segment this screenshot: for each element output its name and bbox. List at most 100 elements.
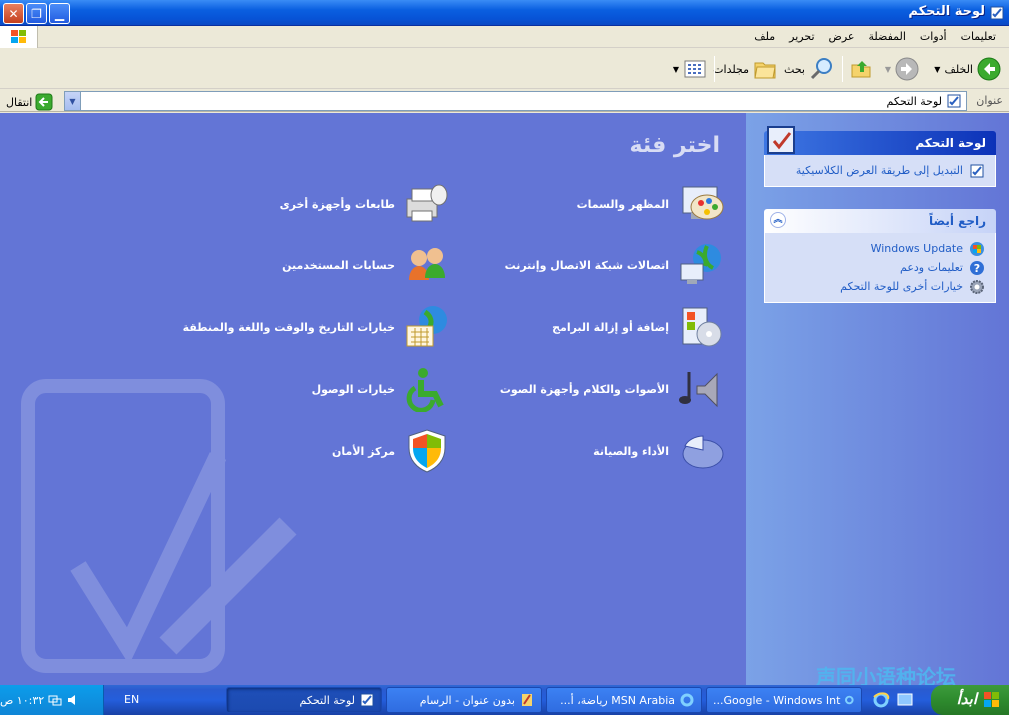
views-icon bbox=[684, 60, 706, 78]
svg-text:?: ? bbox=[974, 262, 980, 275]
title-bar[interactable]: لوحة التحكم ✕ ❐ ▁ bbox=[0, 0, 1009, 26]
restore-icon: ❐ bbox=[31, 6, 42, 21]
windows-logo bbox=[0, 26, 38, 48]
control-panel-box: لوحة التحكم التبديل إلى طريقة العرض الكل… bbox=[764, 126, 996, 187]
task-control-panel[interactable]: لوحة التحكم bbox=[226, 687, 382, 713]
window-title: لوحة التحكم bbox=[908, 4, 985, 19]
start-button[interactable]: ابدأ bbox=[931, 685, 1009, 715]
see-also-title[interactable]: راجع أيضاً ︽ bbox=[764, 209, 996, 233]
back-button[interactable]: الخلف ▼ bbox=[934, 53, 1001, 85]
restore-button[interactable]: ❐ bbox=[26, 3, 47, 24]
add-remove-programs-icon bbox=[682, 307, 722, 347]
up-button[interactable] bbox=[849, 53, 873, 85]
performance-pie-icon bbox=[682, 435, 724, 469]
menu-favorites[interactable]: المفضلة bbox=[861, 29, 912, 44]
close-button[interactable]: ✕ bbox=[3, 3, 24, 24]
gear-icon bbox=[970, 279, 984, 294]
back-dropdown-icon[interactable]: ▼ bbox=[934, 65, 940, 74]
help-icon: ? bbox=[970, 260, 984, 275]
category-date-time-language[interactable]: خيارات التاريخ والوقت واللغة والمنطقة bbox=[183, 304, 451, 350]
forward-button[interactable]: ▼ bbox=[885, 53, 919, 85]
address-label: عنوان bbox=[976, 94, 1003, 107]
control-panel-icon bbox=[360, 693, 374, 707]
back-arrow-icon bbox=[977, 57, 1001, 81]
security-shield-icon bbox=[408, 429, 446, 473]
volume-icon[interactable] bbox=[66, 693, 80, 707]
help-support-link[interactable]: ? تعليمات ودعم bbox=[775, 258, 985, 277]
address-dropdown-icon[interactable]: ▼ bbox=[65, 92, 81, 110]
windows-flag-icon bbox=[984, 692, 999, 707]
collapse-chevron-icon[interactable]: ︽ bbox=[770, 212, 786, 228]
ie-icon bbox=[845, 695, 855, 705]
category-sounds-speech-audio[interactable]: الأصوات والكلام وأجهزة الصوت bbox=[500, 366, 725, 412]
forward-arrow-icon bbox=[895, 57, 919, 81]
standard-toolbar: الخلف ▼ ▼ بحث مجلدات ▼ bbox=[0, 49, 1009, 89]
views-dropdown-icon[interactable]: ▼ bbox=[673, 65, 679, 74]
date-time-globe-icon bbox=[406, 306, 447, 347]
panel-title: لوحة التحكم bbox=[764, 131, 996, 155]
minimize-icon: ▁ bbox=[54, 6, 65, 21]
task-ie-google[interactable]: Google - Windows Int... bbox=[706, 687, 862, 713]
network-tray-icon[interactable] bbox=[48, 693, 62, 707]
search-icon bbox=[810, 58, 832, 80]
search-button[interactable]: بحث bbox=[784, 53, 835, 85]
minimize-button[interactable]: ▁ bbox=[49, 3, 70, 24]
views-button[interactable]: ▼ bbox=[673, 53, 707, 85]
wheelchair-icon bbox=[406, 368, 444, 412]
paint-icon bbox=[522, 694, 532, 706]
go-arrow-icon bbox=[35, 93, 53, 111]
user-accounts-icon bbox=[409, 248, 445, 280]
clock[interactable]: ١٠:٣٢ ص bbox=[0, 694, 44, 707]
language-indicator[interactable]: EN bbox=[124, 693, 139, 706]
folders-button[interactable]: مجلدات bbox=[713, 53, 777, 85]
menu-file[interactable]: ملف bbox=[747, 29, 782, 44]
control-panel-icon bbox=[970, 164, 984, 177]
go-button[interactable]: انتقال bbox=[6, 93, 53, 111]
folders-icon bbox=[754, 62, 776, 79]
see-also-box: راجع أيضاً ︽ Windows Update ? تعليمات ود… bbox=[764, 209, 996, 303]
checklist-icon bbox=[767, 126, 795, 154]
task-ie-msn[interactable]: MSN Arabia رياضة، أ... bbox=[546, 687, 702, 713]
explorer-window: لوحة التحكم ✕ ❐ ▁ ملف تحرير عرض المفضلة … bbox=[0, 0, 1009, 689]
address-input[interactable]: لوحة التحكم ▼ bbox=[64, 91, 967, 111]
taskbar: ابدأ Google - Windows Int... MSN Arabia … bbox=[0, 685, 1009, 715]
quicklaunch-ie-icon[interactable] bbox=[872, 691, 890, 709]
category-add-remove-programs[interactable]: إضافة أو إزالة البرامج bbox=[552, 304, 725, 350]
menu-edit[interactable]: تحرير bbox=[782, 29, 821, 44]
category-accessibility-options[interactable]: خيارات الوصول bbox=[312, 366, 451, 412]
category-appearance-themes[interactable]: المظهر والسمات bbox=[577, 181, 725, 227]
network-globe-icon bbox=[680, 244, 721, 284]
speaker-music-icon bbox=[679, 372, 718, 408]
quicklaunch-desktop-icon[interactable] bbox=[896, 691, 914, 709]
menu-view[interactable]: عرض bbox=[822, 29, 862, 44]
ie-icon bbox=[680, 693, 694, 707]
task-paint[interactable]: بدون عنوان - الرسام bbox=[386, 687, 542, 713]
category-user-accounts[interactable]: حسابات المستخدمين bbox=[282, 242, 451, 288]
pick-category-heading: اختر فئة bbox=[629, 133, 720, 158]
other-options-link[interactable]: خيارات أخرى للوحة التحكم bbox=[775, 277, 985, 296]
menu-bar: ملف تحرير عرض المفضلة أدوات تعليمات bbox=[0, 26, 1009, 48]
folder-up-icon bbox=[851, 61, 871, 78]
switch-classic-view-link[interactable]: التبديل إلى طريقة العرض الكلاسيكية bbox=[775, 161, 985, 180]
category-security-center[interactable]: مركز الأمان bbox=[332, 428, 451, 474]
printer-mouse-icon bbox=[406, 184, 448, 222]
start-label: ابدأ bbox=[956, 690, 977, 708]
menu-help[interactable]: تعليمات bbox=[954, 29, 1003, 44]
control-panel-icon bbox=[990, 6, 1004, 20]
task-pane bbox=[746, 113, 1009, 685]
menu-tools[interactable]: أدوات bbox=[913, 29, 954, 44]
category-network-internet[interactable]: اتصالات شبكة الاتصال وإنترنت bbox=[505, 242, 725, 288]
system-tray: ١٠:٣٢ ص bbox=[0, 685, 104, 715]
category-performance-maintenance[interactable]: الأداء والصيانة bbox=[593, 428, 725, 474]
address-bar: عنوان لوحة التحكم ▼ انتقال bbox=[0, 90, 1009, 112]
forward-dropdown-icon[interactable]: ▼ bbox=[885, 65, 891, 74]
control-panel-small-icon bbox=[947, 94, 961, 108]
category-printers-hardware[interactable]: طابعات وأجهزة أخرى bbox=[280, 181, 451, 227]
checklist-watermark-icon bbox=[21, 379, 297, 673]
content-area: لوحة التحكم التبديل إلى طريقة العرض الكل… bbox=[0, 113, 1009, 689]
address-value: لوحة التحكم bbox=[886, 95, 942, 108]
appearance-palette-icon bbox=[682, 186, 724, 220]
windows-update-icon bbox=[970, 241, 984, 256]
close-icon: ✕ bbox=[8, 6, 19, 21]
windows-update-link[interactable]: Windows Update bbox=[775, 239, 985, 258]
